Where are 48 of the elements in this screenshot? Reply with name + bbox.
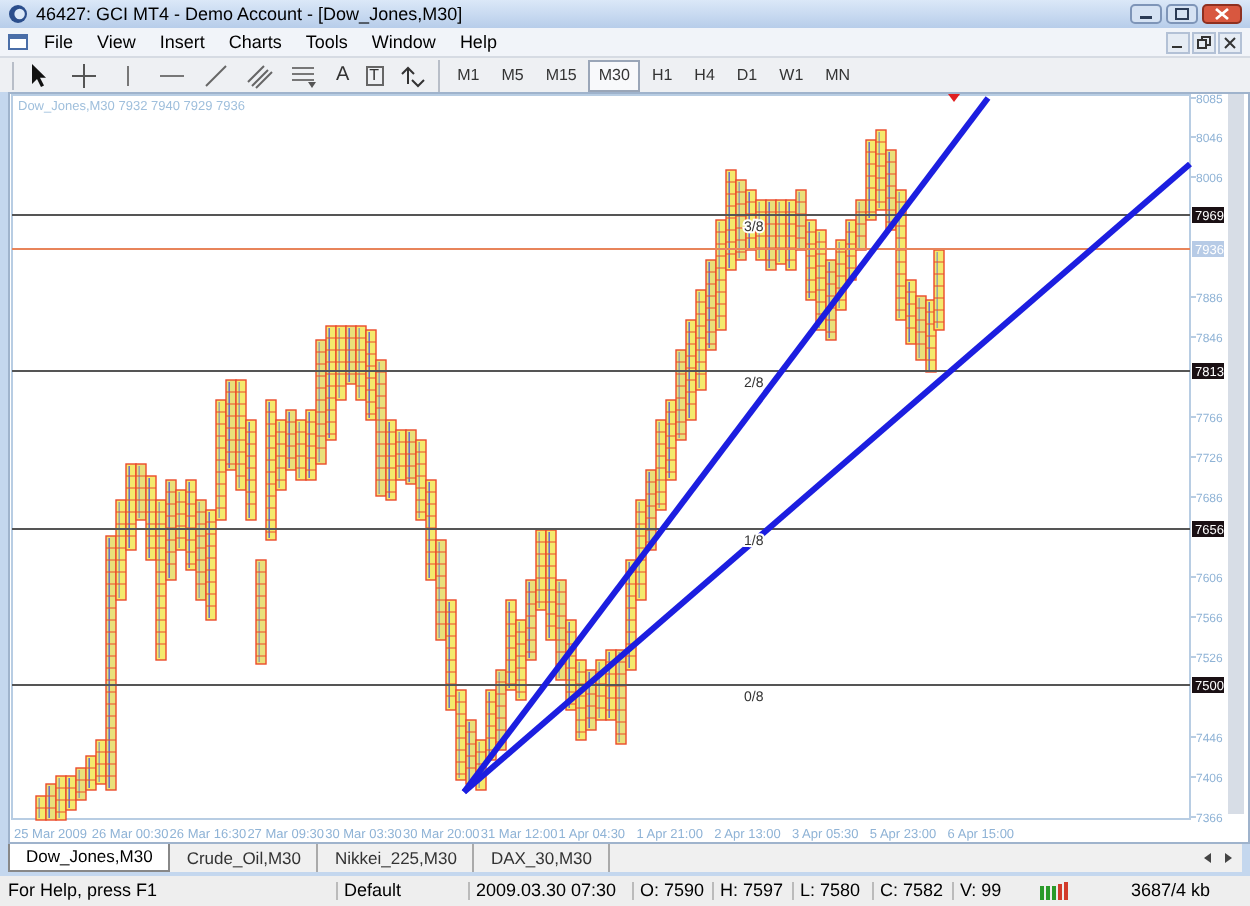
maximize-icon[interactable] [1166,4,1198,24]
low-price: L: 7580 [792,882,872,900]
timeframe-button[interactable]: W1 [769,59,814,91]
open-price: O: 7590 [632,882,712,900]
scroll-right-icon[interactable] [1222,852,1234,864]
timeframe-button[interactable]: M1 [447,59,490,91]
app-icon [8,4,28,24]
menu-item[interactable]: Charts [216,29,294,55]
text-tool-button[interactable]: A [328,65,358,85]
menu-item[interactable]: Insert [147,29,217,55]
crosshair-icon[interactable] [70,61,98,89]
profile-name: Default [336,882,468,900]
minimize-icon[interactable] [1130,4,1162,24]
window-title: 46427: GCI MT4 - Demo Account - [Dow_Jones,M30] [36,5,463,23]
arrows-icon[interactable] [397,61,426,89]
menu-item[interactable]: Tools [293,29,360,55]
help-text: For Help, press F1 [6,882,160,900]
menu-item[interactable]: Window [359,29,448,55]
connection-icon [1040,882,1072,900]
traffic-counter: 3687/4 kb [1128,882,1212,900]
scroll-left-icon[interactable] [1202,852,1214,864]
close-icon[interactable] [1202,4,1242,24]
chart-tab[interactable]: Dow_Jones,M30 [8,844,171,872]
close-price: C: 7582 [872,882,952,900]
high-price: H: 7597 [712,882,792,900]
minimize-icon[interactable] [1166,31,1190,53]
menu-item[interactable]: File [32,29,86,55]
timeframe-button[interactable]: MN [815,59,861,91]
timeframe-button[interactable]: M15 [535,59,587,91]
menu-item[interactable]: Help [447,29,509,55]
restore-icon[interactable] [1192,31,1216,53]
close-icon[interactable] [1218,31,1242,53]
timeframe-button[interactable]: H4 [684,59,725,91]
chart-tab[interactable]: DAX_30,M30 [474,844,610,872]
chart-tab[interactable]: Crude_Oil,M30 [170,844,319,872]
timeframe-button[interactable]: H1 [641,59,683,91]
label-tool-button[interactable]: T [365,65,384,85]
timeframe-button[interactable]: M30 [588,59,640,91]
chart-window-icon [8,32,28,52]
chart-tab[interactable]: Nikkei_225,M30 [318,844,475,872]
trend-line-icon[interactable] [202,61,230,89]
bar-time: 2009.03.30 07:30 [468,882,632,900]
volume: V: 99 [952,882,1024,900]
channel-icon[interactable] [246,61,274,89]
timeframe-button[interactable]: D1 [726,59,768,91]
menu-item[interactable]: View [85,29,148,55]
timeframe-button[interactable]: M5 [491,59,534,91]
fibonacci-icon[interactable] [290,61,318,89]
